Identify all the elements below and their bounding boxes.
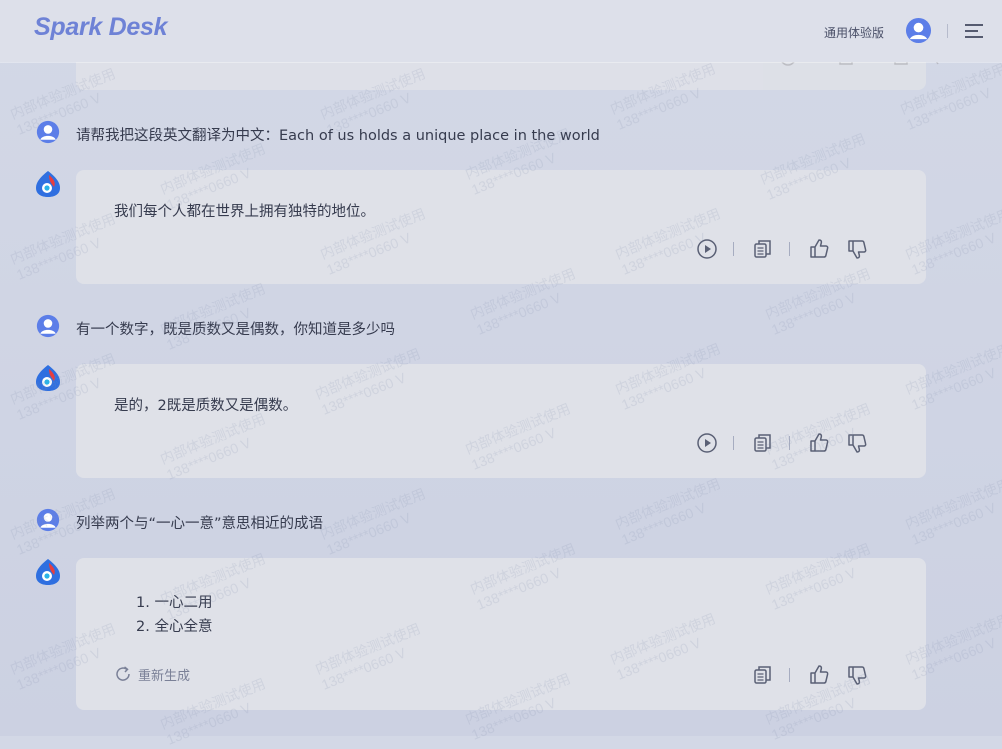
thumbs-down-icon[interactable] bbox=[846, 432, 868, 454]
answer-actions bbox=[752, 664, 874, 686]
thumbs-up-icon[interactable] bbox=[808, 432, 830, 454]
action-divider bbox=[789, 436, 790, 450]
watermark: 内部体验测试使用138****0660 V bbox=[612, 475, 723, 548]
answer-card: 1. 一心二用 2. 全心全意 重新生成 bbox=[76, 558, 926, 710]
top-header: Spark Desk 通用体验版 bbox=[0, 0, 1002, 62]
action-divider bbox=[789, 668, 790, 682]
list-item: 2. 全心全意 bbox=[136, 619, 213, 635]
regenerate-button[interactable]: 重新生成 bbox=[114, 664, 190, 684]
user-avatar-icon[interactable] bbox=[905, 17, 932, 44]
user-avatar-icon bbox=[36, 508, 60, 532]
watermark: 内部体验测试使用138****0660 V bbox=[157, 280, 268, 353]
play-icon[interactable] bbox=[696, 432, 718, 454]
answer-list: 1. 一心二用 2. 全心全意 bbox=[136, 591, 212, 639]
header-divider bbox=[947, 24, 948, 38]
thumbs-up-icon[interactable] bbox=[808, 238, 830, 260]
thumbs-up-icon[interactable] bbox=[808, 664, 830, 686]
action-divider bbox=[733, 436, 734, 450]
spark-bot-icon bbox=[36, 171, 60, 197]
answer-card: 是的，2既是质数又是偶数。 bbox=[76, 364, 926, 478]
refresh-icon bbox=[116, 666, 130, 681]
watermark: 内部体验测试使用138****0660 V bbox=[317, 485, 428, 558]
copy-icon[interactable] bbox=[752, 432, 774, 454]
answer-card: 我们每个人都在世界上拥有独特的地位。 bbox=[76, 170, 926, 284]
answer-text: 是的，2既是质数又是偶数。 bbox=[114, 398, 298, 414]
user-message-text: 列举两个与“一心一意”意思相近的成语 bbox=[76, 516, 324, 532]
user-avatar-icon bbox=[36, 314, 60, 338]
answer-actions bbox=[696, 238, 874, 260]
app-logo[interactable]: Spark Desk bbox=[34, 13, 168, 42]
user-message-text: 有一个数字，既是质数又是偶数，你知道是多少吗 bbox=[76, 322, 395, 338]
action-divider bbox=[733, 242, 734, 256]
thumbs-down-icon[interactable] bbox=[846, 238, 868, 260]
list-item: 1. 一心二用 bbox=[136, 595, 213, 611]
play-icon[interactable] bbox=[696, 238, 718, 260]
thumbs-down-icon[interactable] bbox=[846, 664, 868, 686]
menu-icon[interactable] bbox=[965, 23, 983, 39]
user-message-text: 请帮我把这段英文翻译为中文：Each of us holds a unique … bbox=[76, 128, 600, 144]
answer-text: 我们每个人都在世界上拥有独特的地位。 bbox=[114, 204, 375, 220]
watermark: 内部体验测试使用138****0660 V bbox=[902, 475, 1002, 548]
spark-bot-icon bbox=[36, 365, 60, 391]
spark-bot-icon bbox=[36, 559, 60, 585]
copy-icon[interactable] bbox=[752, 238, 774, 260]
action-divider bbox=[789, 242, 790, 256]
answer-actions bbox=[696, 432, 874, 454]
edition-label[interactable]: 通用体验版 bbox=[824, 24, 884, 41]
copy-icon[interactable] bbox=[752, 664, 774, 686]
user-avatar-icon bbox=[36, 120, 60, 144]
regenerate-label: 重新生成 bbox=[138, 668, 191, 684]
